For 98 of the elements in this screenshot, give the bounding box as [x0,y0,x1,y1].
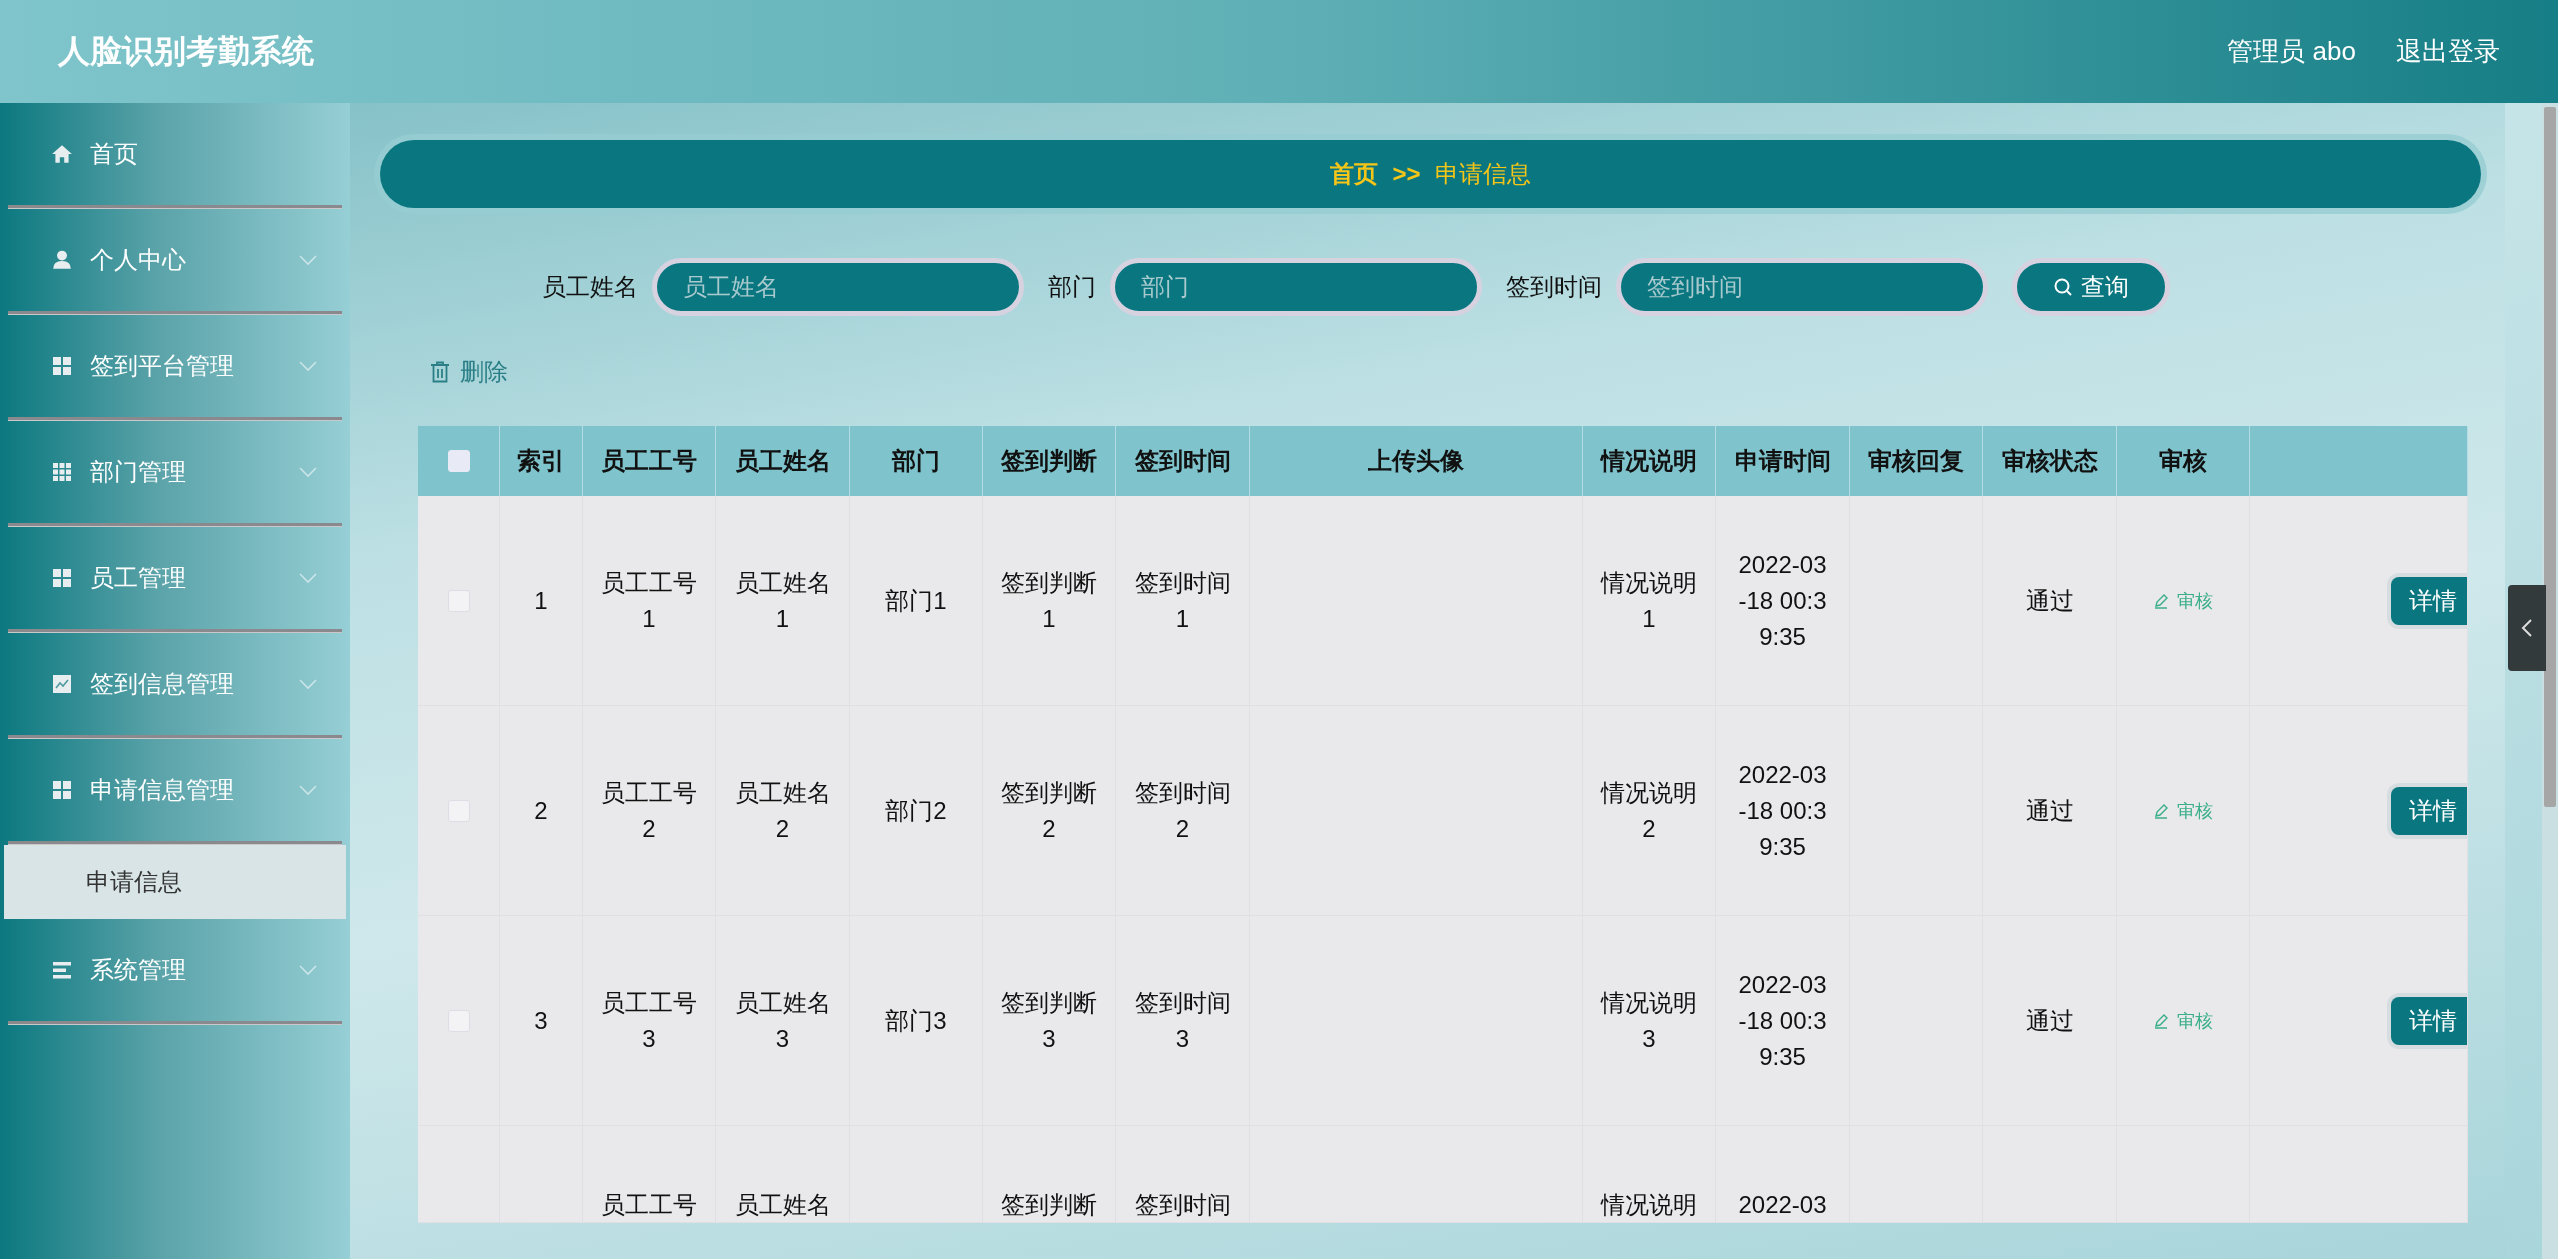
cell-text: 员工姓名3 [733,987,832,1054]
column-header: 员工工号 [583,426,716,496]
chevron-down-icon [298,466,318,478]
cell-text: 情况说明1 [1599,567,1698,634]
cell-text: 情况说明3 [1599,987,1698,1054]
pencil-icon [2153,802,2169,819]
cell-text: 情况说明 [1601,1190,1697,1220]
column-header: 签到判断 [983,426,1116,496]
menu-item[interactable]: 签到信息管理 [0,633,350,735]
menu-item[interactable]: 首页 [0,103,350,205]
search-icon [2052,277,2073,297]
detail-button[interactable]: 详情 [2387,572,2467,629]
cell-text: 签到时间 [1134,1190,1231,1220]
cell-text: 通过 [2024,1005,2075,1036]
menu-item[interactable]: 系统管理 [0,919,350,1021]
grid-icon [52,462,72,482]
list-icon [52,960,72,980]
chevron-left-icon [2521,618,2533,638]
cell-text: 签到判断 [1001,1190,1097,1220]
collapse-tab[interactable] [2508,585,2546,671]
review-link[interactable]: 审核 [2153,1002,2213,1039]
cell-text: 员工工号3 [600,987,698,1054]
pencil-icon [2153,592,2169,609]
chevron-down-icon [298,572,318,584]
submenu-item[interactable]: 申请信息 [4,845,346,919]
trash-icon [430,361,450,383]
cell-text: 通过 [2024,585,2075,616]
cell-text: 签到时间3 [1133,987,1232,1054]
chevron-down-icon [298,964,318,976]
menu-item[interactable]: 申请信息管理 [0,739,350,841]
cell-text: 签到判断2 [1000,777,1098,844]
column-header: 部门 [850,426,983,496]
cell-text: 2022-03-18 00:39:35 [1737,759,1828,862]
menu-item[interactable]: 签到平台管理 [0,315,350,417]
detail-button[interactable]: 详情 [2387,782,2467,839]
select-all-checkbox[interactable] [447,450,470,472]
grid-icon [52,568,72,588]
cell-text: 员工姓名1 [733,567,832,634]
grid-icon [52,356,72,376]
pencil-icon [2153,1012,2169,1029]
cell-text: 员工姓名2 [733,777,832,844]
menu-item[interactable]: 部门管理 [0,421,350,523]
cell-text: 情况说明2 [1599,777,1698,844]
column-header: 审核状态 [1983,426,2117,496]
cell-text: 部门2 [884,795,948,826]
cell-text: 2022-03-18 00:39:35 [1737,549,1828,652]
cell-text: 签到判断1 [1000,567,1098,634]
cell-text: 2022-03-18 00:39:35 [1737,969,1828,1072]
chevron-down-icon [298,784,318,796]
column-header: 索引 [500,426,583,496]
cell-text: 2 [533,795,549,826]
delete-button[interactable]: 删除 [430,356,508,388]
cell-text: 签到时间1 [1133,567,1232,634]
field-label: 签到时间 [1505,272,1602,302]
breadcrumb-link[interactable]: 首页 [1330,158,1379,190]
column-header: 签到时间 [1116,426,1250,496]
app-title: 人脸识别考勤系统 [58,31,314,71]
cell-text: 3 [533,1005,549,1036]
column-header: 情况说明 [1583,426,1716,496]
cell-text: 员工姓名 [734,1190,831,1220]
search-field[interactable]: 员工姓名 [651,258,1024,316]
detail-button[interactable]: 详情 [2387,992,2467,1049]
cell-text: 1 [533,585,549,616]
search-field[interactable]: 部门 [1109,258,1482,316]
search-button[interactable]: 查询 [2011,258,2170,316]
column-header: 员工姓名 [716,426,850,496]
field-label: 部门 [1047,272,1096,302]
breadcrumb-current: 申请信息 [1434,159,1531,189]
cell-text: 员工工号 [601,1190,697,1220]
field-label: 员工姓名 [541,272,638,302]
user-icon [51,249,73,271]
chevron-down-icon [298,254,318,266]
logout-link[interactable]: 退出登录 [2396,34,2500,69]
cell-text: 2022-03 [1738,1190,1827,1220]
column-header: 申请时间 [1716,426,1850,496]
scrollbar-thumb[interactable] [2544,107,2556,807]
search-field[interactable]: 签到时间 [1615,258,1988,316]
menu-item[interactable]: 员工管理 [0,527,350,629]
breadcrumb-separator: >> [1392,160,1421,188]
cell-text: 签到判断3 [1000,987,1098,1054]
column-header: 审核回复 [1850,426,1983,496]
home-icon [51,143,73,165]
cell-text: 员工工号2 [600,777,698,844]
user-name: 管理员 abo [2227,35,2356,68]
cell-text: 部门1 [884,585,948,616]
chevron-down-icon [298,360,318,372]
chart-icon [52,674,72,694]
cell-text: 签到时间2 [1133,777,1232,844]
review-link[interactable]: 审核 [2153,792,2213,829]
cell-text: 员工工号1 [600,567,698,634]
review-link[interactable]: 审核 [2153,582,2213,619]
column-header: 上传头像 [1250,426,1583,496]
menu-item[interactable]: 个人中心 [0,209,350,311]
column-header: 审核 [2117,426,2250,496]
grid-icon [52,780,72,800]
chevron-down-icon [298,678,318,690]
cell-text: 通过 [2024,795,2075,826]
cell-text: 部门3 [884,1005,948,1036]
